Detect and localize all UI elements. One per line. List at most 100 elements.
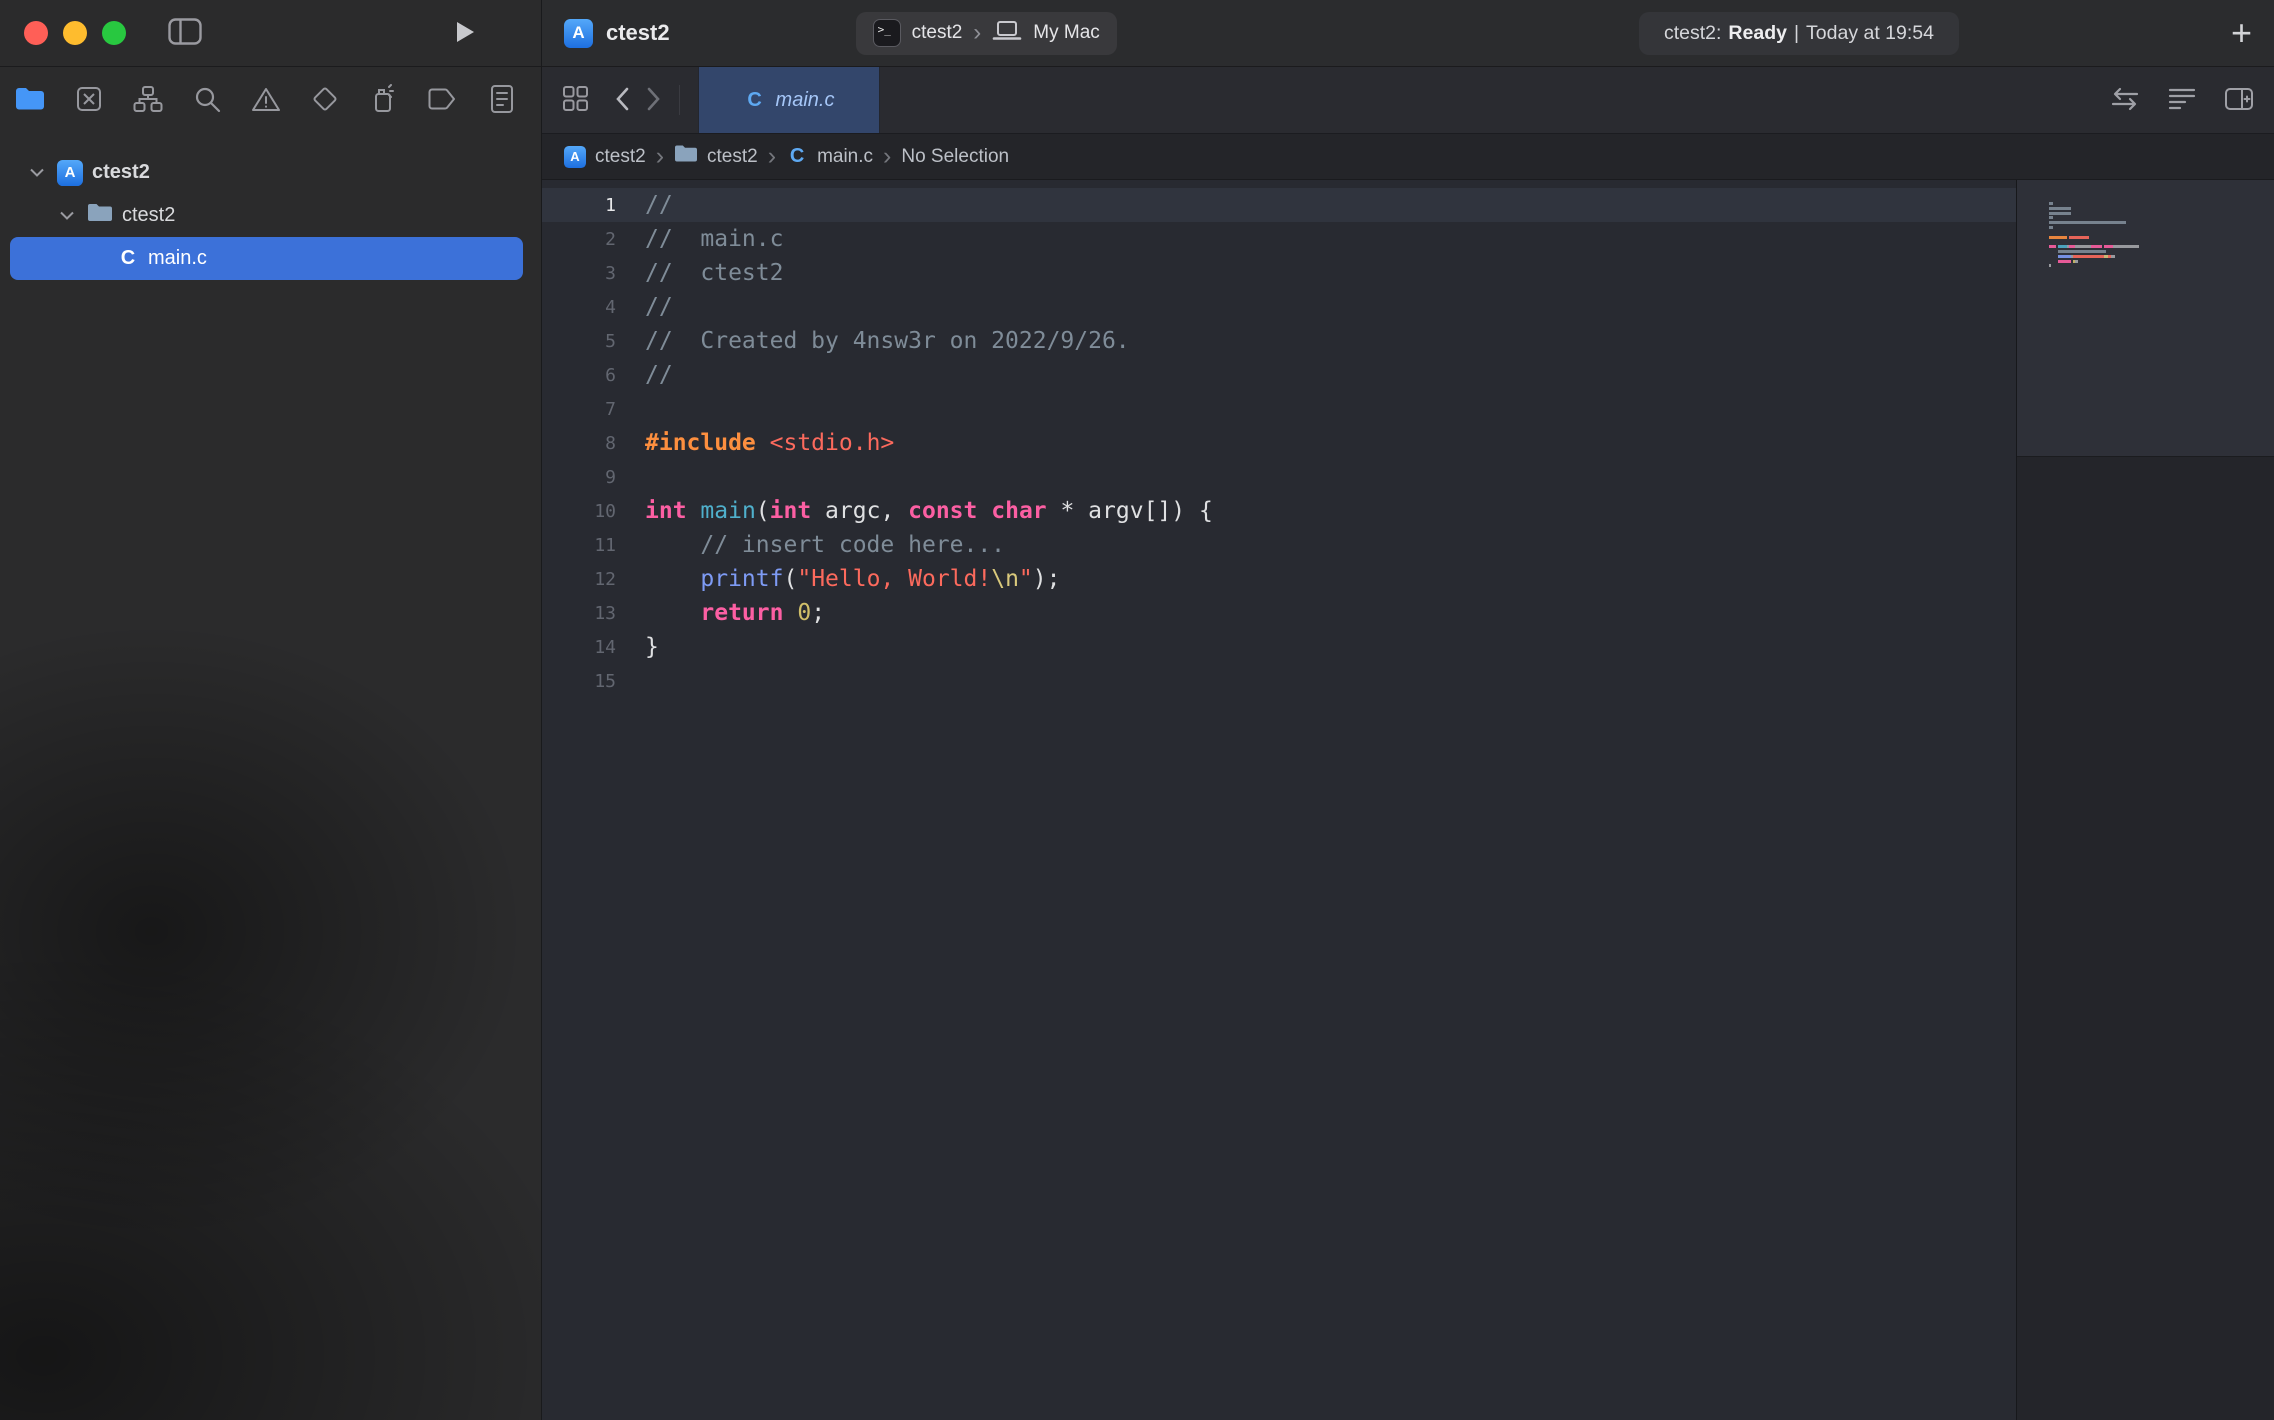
line-number[interactable]: 12 (542, 569, 626, 590)
navigator-tree: Actest2ctest2Cmain.c (0, 134, 542, 1420)
sidebar-item-ctest2[interactable]: Actest2 (10, 151, 523, 194)
minimap[interactable] (2017, 180, 2274, 457)
chevron-separator-icon: › (656, 144, 664, 169)
source-control-navigator-button[interactable] (74, 85, 104, 116)
code-line[interactable]: 2 // main.c (542, 222, 2016, 256)
split-editor-icon (2224, 87, 2254, 114)
code-line[interactable]: 10int main(int argc, const char * argv[]… (542, 494, 2016, 528)
line-number[interactable]: 2 (542, 229, 626, 250)
library-add-button[interactable]: + (2231, 15, 2252, 51)
warning-triangle-icon (251, 86, 281, 116)
code-review-button[interactable] (2110, 86, 2140, 115)
zoom-button[interactable] (102, 21, 126, 45)
folder-icon (87, 202, 113, 229)
code-text: printf("Hello, World!\n"); (645, 566, 1060, 592)
project-navigator-button[interactable] (15, 86, 45, 115)
breakpoint-navigator-button[interactable] (428, 86, 458, 115)
play-icon (451, 19, 477, 48)
toolbar: A ctest2 >_ ctest2 › My Mac ctest2: Read… (542, 0, 2274, 67)
line-number[interactable]: 1 (542, 195, 626, 216)
adjust-editor-button[interactable] (2168, 87, 2196, 114)
breadcrumb-item-project[interactable]: A ctest2 (564, 146, 646, 168)
chevron-separator-icon: › (768, 144, 776, 169)
titlebar-sidebar-area (0, 0, 542, 67)
add-editor-button[interactable] (2224, 87, 2254, 114)
disclosure-chevron-icon[interactable] (56, 211, 78, 220)
code-line[interactable]: 5 // Created by 4nsw3r on 2022/9/26. (542, 324, 2016, 358)
hierarchy-icon (133, 85, 163, 116)
line-number[interactable]: 4 (542, 297, 626, 318)
code-line[interactable]: 6 // (542, 358, 2016, 392)
activity-status[interactable]: ctest2: Ready | Today at 19:54 (1639, 12, 1959, 55)
code-line[interactable]: 13 return 0; (542, 596, 2016, 630)
line-number[interactable]: 5 (542, 331, 626, 352)
line-number[interactable]: 10 (542, 501, 626, 522)
line-number[interactable]: 7 (542, 399, 626, 420)
code-line[interactable]: 3 // ctest2 (542, 256, 2016, 290)
breadcrumb-bar: A ctest2 › ctest2 › C main.c › No Select… (542, 134, 2274, 180)
code-text: } (645, 634, 659, 660)
code-line[interactable]: 1 // (542, 188, 2016, 222)
back-button[interactable] (615, 87, 630, 114)
breadcrumb-item-file[interactable]: C main.c (786, 145, 873, 168)
code-text: // (645, 192, 673, 218)
disclosure-chevron-icon[interactable] (26, 168, 48, 177)
close-button[interactable] (24, 21, 48, 45)
c-file-icon: C (744, 89, 766, 112)
line-number[interactable]: 13 (542, 603, 626, 624)
sidebar-toggle-button[interactable] (168, 18, 202, 48)
text-lines-icon (2168, 87, 2196, 114)
code-text: // Created by 4nsw3r on 2022/9/26. (645, 328, 1130, 354)
chevron-separator-icon: › (883, 144, 891, 169)
breadcrumb-label: ctest2 (595, 146, 646, 168)
line-number[interactable]: 8 (542, 433, 626, 454)
breadcrumb-label: No Selection (901, 146, 1009, 168)
code-line[interactable]: 11 // insert code here... (542, 528, 2016, 562)
line-number[interactable]: 9 (542, 467, 626, 488)
code-line[interactable]: 7 (542, 392, 2016, 426)
sidebar-item-ctest2[interactable]: ctest2 (10, 194, 523, 237)
line-number[interactable]: 15 (542, 671, 626, 692)
report-navigator-button[interactable] (487, 84, 517, 117)
destination-name: My Mac (1033, 22, 1100, 44)
terminal-target-icon: >_ (873, 19, 901, 47)
line-number[interactable]: 11 (542, 535, 626, 556)
chevron-right-icon: › (973, 21, 981, 45)
code-line[interactable]: 4// (542, 290, 2016, 324)
chevron-left-icon (615, 87, 630, 114)
code-line[interactable]: 15 (542, 664, 2016, 698)
code-text: // ctest2 (645, 260, 783, 286)
scheme-selector[interactable]: >_ ctest2 › My Mac (856, 12, 1117, 55)
xcode-window: A ctest2 >_ ctest2 › My Mac ctest2: Read… (0, 0, 2274, 1420)
debug-navigator-button[interactable] (369, 84, 399, 117)
code-line[interactable]: 14} (542, 630, 2016, 664)
code-editor[interactable]: 1//2// main.c3// ctest24//5// Created by… (542, 180, 2016, 698)
issue-navigator-button[interactable] (251, 86, 281, 116)
folder-icon (674, 144, 698, 169)
breadcrumb-item-selection[interactable]: No Selection (901, 146, 1009, 168)
divider (679, 85, 680, 115)
find-navigator-button[interactable] (192, 85, 222, 116)
tab-main-c[interactable]: C main.c (698, 67, 880, 133)
run-button[interactable] (451, 19, 477, 48)
code-line[interactable]: 9 (542, 460, 2016, 494)
code-text: // main.c (645, 226, 783, 252)
minimize-button[interactable] (63, 21, 87, 45)
test-navigator-button[interactable] (310, 84, 340, 117)
code-text: // (645, 362, 673, 388)
editor-tab-bar: C main.c (542, 67, 2274, 134)
tab-label: main.c (776, 89, 835, 112)
code-line[interactable]: 8#include <stdio.h> (542, 426, 2016, 460)
breadcrumb-item-group[interactable]: ctest2 (674, 144, 758, 169)
sidebar-item-main-c[interactable]: Cmain.c (10, 237, 523, 280)
tab-overview-button[interactable] (562, 85, 589, 115)
navigator-bar (0, 67, 542, 134)
status-state: Ready (1728, 22, 1787, 45)
code-line[interactable]: 12 printf("Hello, World!\n"); (542, 562, 2016, 596)
symbol-navigator-button[interactable] (133, 85, 163, 116)
line-number[interactable]: 3 (542, 263, 626, 284)
line-number[interactable]: 6 (542, 365, 626, 386)
forward-button[interactable] (646, 87, 661, 114)
line-number[interactable]: 14 (542, 637, 626, 658)
search-icon (193, 85, 221, 116)
